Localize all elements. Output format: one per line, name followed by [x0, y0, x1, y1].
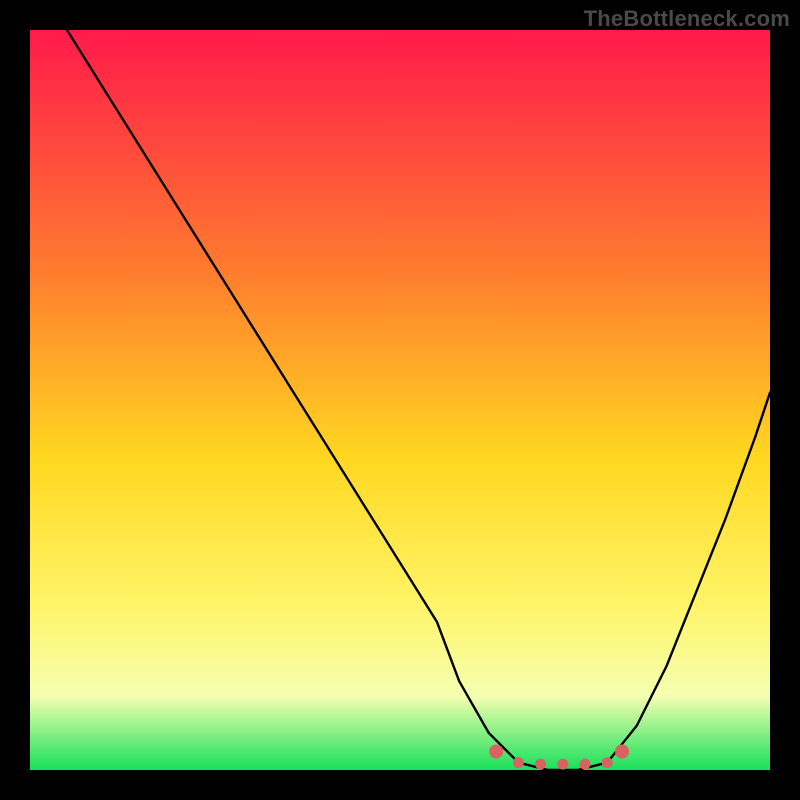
chart-frame: TheBottleneck.com: [0, 0, 800, 800]
watermark-text: TheBottleneck.com: [584, 6, 790, 32]
optimal-marker: [602, 757, 613, 768]
optimal-marker: [580, 759, 591, 770]
chart-svg: [30, 30, 770, 770]
optimal-marker: [513, 757, 524, 768]
plot-area: [30, 30, 770, 770]
optimal-marker: [557, 759, 568, 770]
optimal-marker: [615, 745, 629, 759]
optimal-marker: [489, 745, 503, 759]
optimal-marker: [535, 759, 546, 770]
gradient-background: [30, 30, 770, 770]
